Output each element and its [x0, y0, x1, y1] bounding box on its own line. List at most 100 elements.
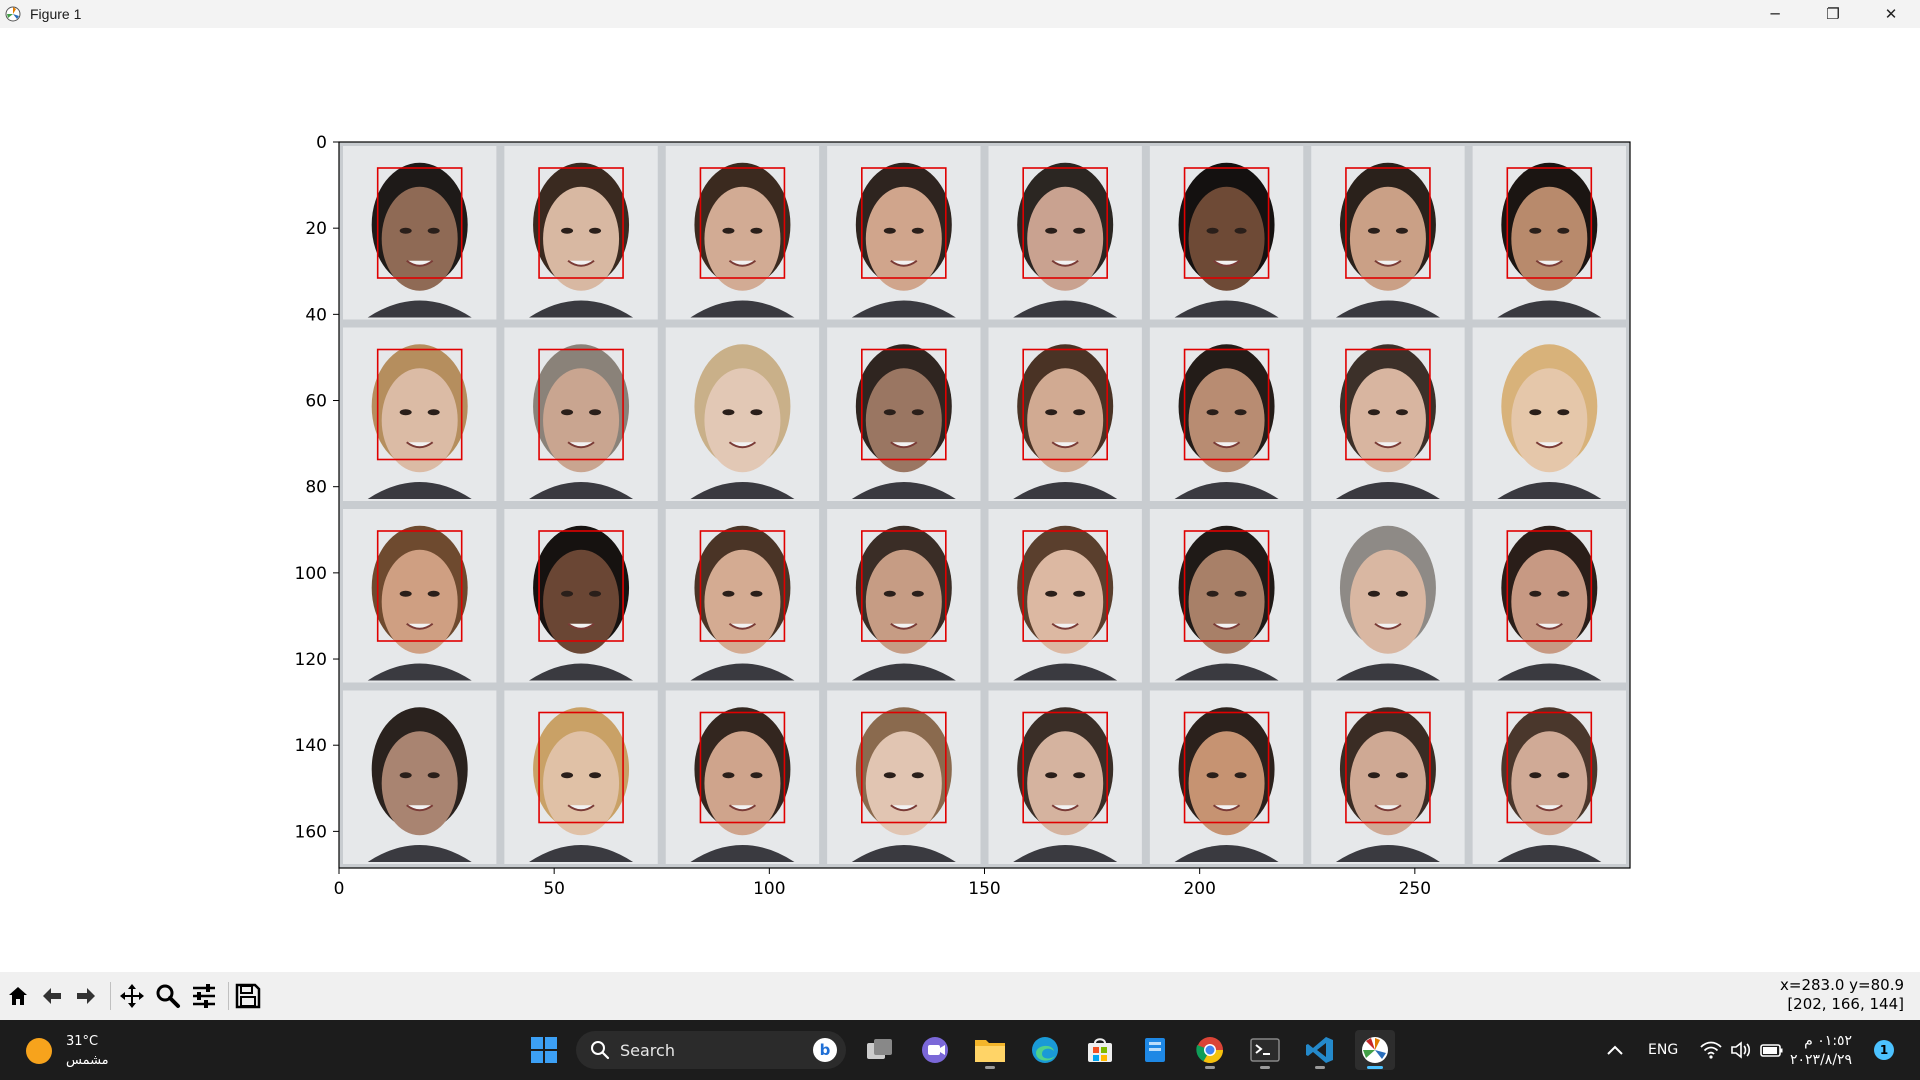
file-explorer-icon[interactable] [970, 1030, 1010, 1070]
clock-time: ٠١:٥٢ م [1804, 1033, 1853, 1049]
weather-widget[interactable]: 31°C مشمس [26, 1032, 109, 1070]
face-tile [343, 509, 497, 683]
task-view-icon[interactable] [860, 1030, 900, 1070]
face-tile [504, 146, 658, 320]
wifi-icon[interactable] [1700, 1020, 1722, 1080]
face-tile [1472, 690, 1626, 864]
face-tile [343, 690, 497, 864]
matplotlib-icon[interactable] [1355, 1030, 1395, 1070]
face [704, 368, 781, 473]
x-tick-label: 0 [334, 879, 345, 899]
x-tick-label: 250 [1399, 879, 1431, 899]
left-eye [1045, 590, 1058, 597]
start-icon[interactable] [524, 1030, 564, 1070]
x-tick-label: 200 [1183, 879, 1215, 899]
notification-badge[interactable]: 1 [1874, 1040, 1894, 1060]
y-tick-label: 100 [295, 564, 327, 584]
left-eye [883, 227, 896, 234]
x-tick-label: 100 [753, 879, 785, 899]
minimize-button[interactable]: ─ [1746, 0, 1804, 28]
zoom-icon[interactable] [154, 982, 182, 1010]
face [1511, 731, 1588, 836]
left-eye [399, 590, 412, 597]
store-icon[interactable] [1080, 1030, 1120, 1070]
face [1349, 186, 1426, 291]
right-eye [1395, 227, 1408, 234]
figure-canvas[interactable]: 0 50 100 150 200 250 0 20 40 60 80 100 120 140 160 [0, 28, 1920, 972]
battery-icon[interactable] [1760, 1020, 1784, 1080]
language-indicator[interactable]: ENG [1648, 1020, 1678, 1080]
face [381, 368, 458, 473]
face-tile [988, 327, 1142, 501]
y-tick-label: 140 [295, 736, 327, 756]
face-tile [665, 509, 820, 683]
right-eye [1234, 227, 1247, 234]
left-eye [1045, 772, 1058, 779]
left-eye [1367, 772, 1380, 779]
face [1188, 368, 1265, 473]
save-icon[interactable] [234, 982, 262, 1010]
face [1349, 549, 1426, 654]
left-eye [561, 590, 574, 597]
weather-description: مشمس [66, 1053, 109, 1068]
left-eye [1045, 409, 1058, 416]
title-bar: Figure 1 ─ ❐ ✕ [0, 0, 1920, 28]
right-eye [911, 772, 924, 779]
right-eye [911, 590, 924, 597]
chrome-icon[interactable] [1190, 1030, 1230, 1070]
plot-svg[interactable]: 0 50 100 150 200 250 0 20 40 60 80 100 120 140 160 [0, 28, 1920, 972]
face [1511, 186, 1588, 291]
back-icon[interactable] [38, 982, 66, 1010]
face [865, 368, 942, 473]
y-tick-label: 120 [295, 650, 327, 670]
face [1027, 368, 1104, 473]
restore-button[interactable]: ❐ [1804, 0, 1862, 28]
right-eye [589, 772, 602, 779]
face [704, 186, 781, 291]
right-eye [750, 590, 763, 597]
right-eye [1073, 227, 1086, 234]
y-tick-label: 20 [305, 219, 327, 239]
face [381, 549, 458, 654]
face [704, 731, 781, 836]
teams-icon[interactable] [915, 1030, 955, 1070]
left-eye [722, 409, 735, 416]
edge-icon[interactable] [1025, 1030, 1065, 1070]
right-eye [1073, 409, 1086, 416]
windows-taskbar: 31°C مشمس Search b ENG ٠١:٥٢ م ٢٠٢٣/٨/٢٩… [0, 1020, 1920, 1080]
left-eye [1206, 409, 1219, 416]
left-eye [1206, 590, 1219, 597]
right-eye [1395, 409, 1408, 416]
terminal-icon[interactable] [1245, 1030, 1285, 1070]
close-button[interactable]: ✕ [1862, 0, 1920, 28]
blue-app-icon[interactable] [1135, 1030, 1175, 1070]
y-tick-label: 80 [305, 478, 327, 498]
left-eye [1367, 409, 1380, 416]
volume-icon[interactable] [1730, 1020, 1752, 1080]
vscode-icon[interactable] [1300, 1030, 1340, 1070]
right-eye [589, 227, 602, 234]
bing-icon: b [813, 1038, 837, 1062]
face-tile [827, 509, 981, 683]
forward-icon[interactable] [72, 982, 100, 1010]
right-eye [1234, 590, 1247, 597]
toolbar-separator [228, 982, 229, 1010]
configure-subplots-icon[interactable] [190, 982, 218, 1010]
show-hidden-icons-chevron-icon[interactable] [1606, 1020, 1624, 1080]
face [1027, 549, 1104, 654]
face [543, 368, 620, 473]
face-tile [988, 146, 1142, 320]
face-tile [1149, 146, 1304, 320]
toolbar-separator [110, 982, 111, 1010]
left-eye [561, 409, 574, 416]
right-eye [1557, 772, 1570, 779]
face-tile [1311, 690, 1465, 864]
taskbar-search[interactable]: Search b [576, 1031, 846, 1069]
home-icon[interactable] [4, 982, 32, 1010]
matplotlib-toolbar: x=283.0 y=80.9 [202, 166, 144] [0, 972, 1920, 1020]
face-tile [988, 690, 1142, 864]
pan-icon[interactable] [118, 982, 146, 1010]
face [1188, 549, 1265, 654]
y-tick-label: 160 [295, 822, 327, 842]
clock[interactable]: ٠١:٥٢ م ٢٠٢٣/٨/٢٩ [1790, 1032, 1852, 1070]
